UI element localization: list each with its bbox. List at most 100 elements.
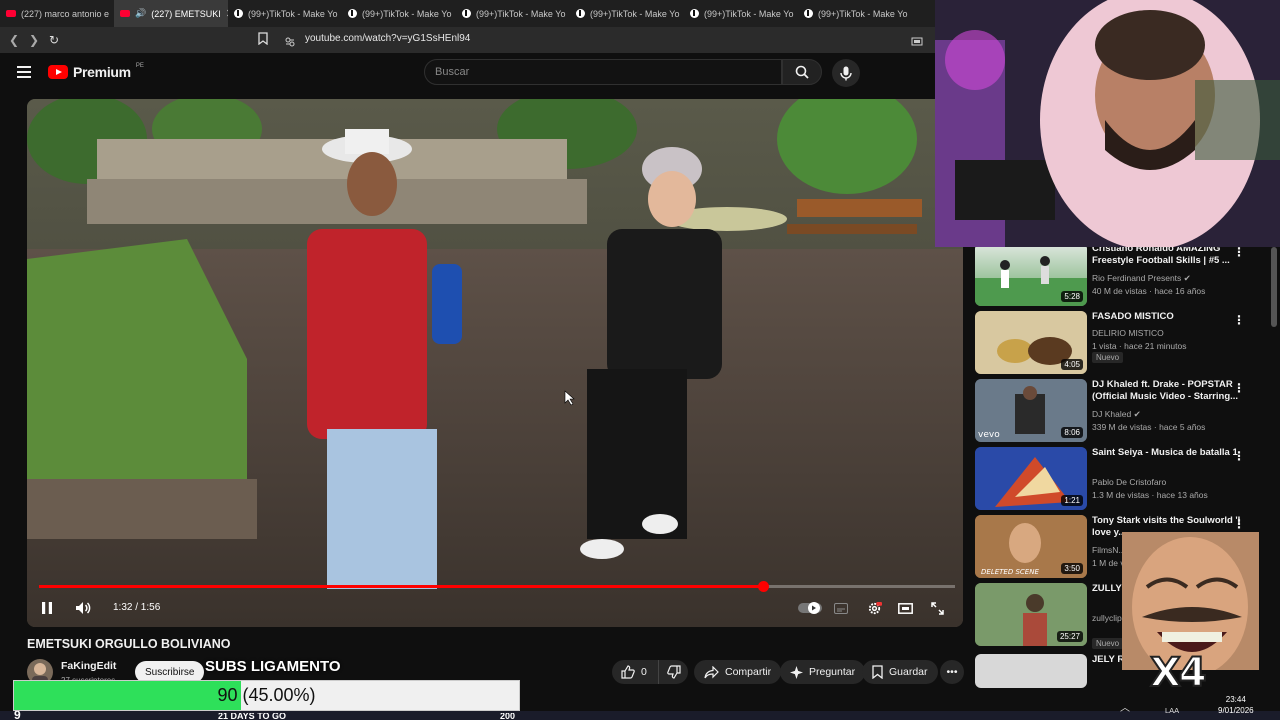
multiplier-overlay: X4 (1149, 649, 1208, 697)
region-code: PE (135, 63, 144, 69)
webcam-overlay (935, 0, 1280, 247)
volume-icon (76, 602, 91, 614)
video-thumbnail[interactable]: DELETED SCENE 3:50 (975, 515, 1087, 578)
subtitles-button[interactable] (833, 597, 849, 619)
fullscreen-button[interactable] (929, 597, 945, 619)
tiktok-icon (462, 9, 471, 18)
tab-label: (227) marco antonio e (21, 8, 110, 19)
save-button[interactable]: Guardar (862, 660, 938, 684)
browser-tab[interactable]: (99+)TikTok - Make Yo (570, 0, 684, 27)
hamburger-menu-icon[interactable] (17, 66, 31, 78)
ask-label: Preguntar (809, 666, 856, 678)
more-vert-icon[interactable]: ⋮ (1233, 381, 1245, 395)
taskbar-clock[interactable]: 23:44 9/01/2026 (1218, 694, 1254, 716)
recommendation-item[interactable]: 1:21 Saint Seiya - Musica de batalla 1 P… (975, 447, 1265, 511)
windows-taskbar (0, 711, 1280, 720)
subtitles-icon (834, 602, 848, 614)
browser-tab[interactable]: (99+)TikTok - Make Yo (798, 0, 912, 27)
more-vert-icon[interactable]: ⋮ (1233, 449, 1245, 463)
search-input[interactable]: Buscar (424, 59, 782, 85)
rec-channel[interactable]: FilmsN... (1092, 545, 1126, 555)
video-thumbnail[interactable]: 25:27 (975, 583, 1087, 646)
share-label: Compartir (725, 666, 772, 678)
video-thumbnail[interactable]: 5:28 (975, 243, 1087, 306)
video-thumbnail[interactable]: 4:05 (975, 311, 1087, 374)
browser-tab[interactable]: (99+)TikTok - Make Yo (684, 0, 798, 27)
thumbs-up-icon (621, 665, 635, 679)
rec-title[interactable]: Saint Seiya - Musica de batalla 1 (1092, 447, 1242, 459)
clock-date: 9/01/2026 (1218, 706, 1254, 715)
recommendation-item[interactable]: 4:05 FASADO MISTICO DELIRIO MISTICO 1 vi… (975, 311, 1265, 375)
tiktok-icon (576, 9, 585, 18)
dislike-button[interactable] (658, 660, 688, 684)
settings-button[interactable] (865, 597, 883, 619)
rec-meta: 339 M de vistas · hace 5 años (1092, 422, 1206, 432)
cast-icon[interactable] (911, 34, 923, 46)
recommendation-item[interactable]: 5:28 Cristiano Ronaldo AMAZING Freestyle… (975, 243, 1265, 307)
rec-title[interactable]: DJ Khaled ft. Drake - POPSTAR (Official … (1092, 379, 1242, 403)
more-vert-icon[interactable]: ⋮ (1233, 517, 1245, 531)
forward-icon[interactable]: ❯ (24, 30, 44, 50)
volume-button[interactable] (73, 597, 93, 619)
voice-search-button[interactable] (832, 59, 860, 87)
fullscreen-icon (930, 601, 944, 615)
subs-goal-caption: SUBS LIGAMENTO (205, 658, 341, 675)
site-info-icon[interactable] (285, 34, 295, 47)
tiktok-icon (804, 9, 813, 18)
thumbs-down-icon (667, 665, 681, 679)
bookmark-icon (872, 665, 883, 679)
url-field[interactable]: youtube.com/watch?v=yG1SsHEnl94 (305, 33, 470, 44)
goal-progress-text: 90 (45.00%) (217, 685, 316, 705)
theater-mode-button[interactable] (897, 597, 913, 619)
channel-name[interactable]: FaKingEdit (61, 660, 116, 672)
duration-badge: 5:28 (1061, 291, 1083, 302)
ask-button[interactable]: Preguntar (780, 660, 866, 684)
browser-tab-active[interactable]: 🔊(227) EMETSUKI✕ (114, 0, 228, 27)
new-badge: Nuevo (1092, 352, 1124, 363)
subscription-goal-bar: 90 (45.00%) (13, 680, 520, 711)
rec-channel[interactable]: Pablo De Cristofaro (1092, 477, 1166, 487)
browser-tab[interactable]: (227) marco antonio e (0, 0, 114, 27)
rec-title[interactable]: FASADO MISTICO (1092, 311, 1242, 323)
microphone-icon (840, 66, 852, 80)
search-placeholder: Buscar (435, 66, 470, 78)
video-player[interactable]: 1:32 / 1:56 (27, 99, 963, 627)
rec-meta: 1.3 M de vistas · hace 13 años (1092, 490, 1208, 500)
browser-tab-bar: (227) marco antonio e 🔊(227) EMETSUKI✕ (… (0, 0, 935, 27)
search-button[interactable] (782, 59, 822, 85)
tab-label: (99+)TikTok - Make Yo (818, 8, 908, 19)
more-actions-button[interactable]: ••• (940, 660, 964, 684)
progress-scrubber[interactable] (757, 581, 769, 592)
more-vert-icon[interactable]: ⋮ (1233, 313, 1245, 327)
reload-icon[interactable]: ↻ (44, 30, 64, 50)
verified-icon: ✔ (1183, 273, 1191, 283)
rec-channel[interactable]: DELIRIO MISTICO (1092, 328, 1164, 338)
back-icon[interactable]: ❮ (4, 30, 24, 50)
bookmark-icon[interactable] (258, 32, 268, 46)
share-button[interactable]: Compartir (694, 660, 782, 684)
duration-badge: 4:05 (1061, 359, 1083, 370)
video-thumbnail[interactable]: vevo 8:06 (975, 379, 1087, 442)
browser-tab[interactable]: (99+)TikTok - Make Yo (456, 0, 570, 27)
rec-channel[interactable]: DJ Khaled ✔ (1092, 409, 1141, 420)
recommendation-item[interactable]: vevo 8:06 DJ Khaled ft. Drake - POPSTAR (… (975, 379, 1265, 443)
video-thumbnail[interactable]: 1:21 (975, 447, 1087, 510)
tray-chevron-icon[interactable]: ︿ (1120, 699, 1130, 714)
browser-tab[interactable]: (99+)TikTok - Make Yo (228, 0, 342, 27)
progress-bar[interactable] (39, 581, 955, 592)
autoplay-toggle[interactable] (797, 597, 823, 619)
tab-label: (99+)TikTok - Make Yo (476, 8, 566, 19)
pause-button[interactable] (39, 597, 55, 619)
speaker-icon[interactable]: 🔊 (135, 8, 146, 19)
input-language[interactable]: LAA (1165, 706, 1179, 715)
duration-badge: 8:06 (1061, 427, 1083, 438)
more-vert-icon[interactable]: ⋮ (1233, 245, 1245, 259)
video-thumbnail[interactable] (975, 654, 1087, 688)
like-button[interactable]: 0 (612, 660, 658, 684)
browser-tab[interactable]: (99+)TikTok - Make Yo (342, 0, 456, 27)
youtube-premium-logo[interactable]: Premium PE (48, 63, 144, 80)
sidebar-scrollbar[interactable] (1271, 247, 1277, 327)
tiktok-icon (234, 9, 243, 18)
rec-channel[interactable]: Rio Ferdinand Presents ✔ (1092, 273, 1191, 284)
tab-label: (99+)TikTok - Make Yo (590, 8, 680, 19)
